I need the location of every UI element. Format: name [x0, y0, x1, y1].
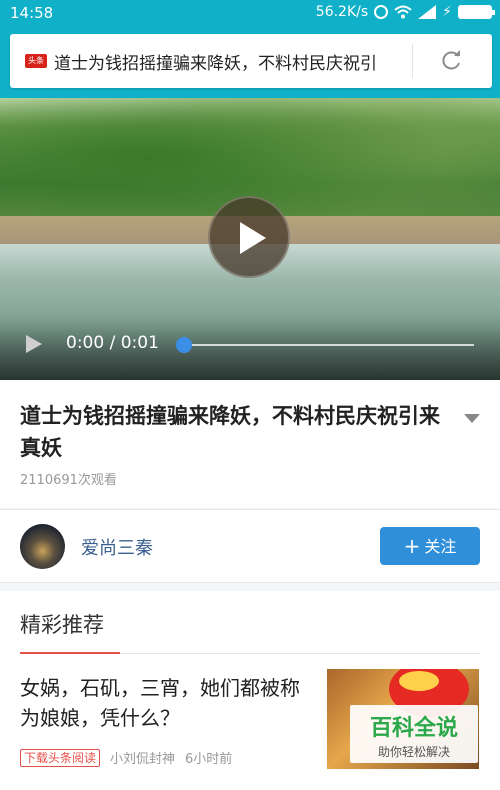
article-title: 道士为钱招摇撞骗来降妖，不料村民庆祝引来真妖 — [20, 404, 440, 460]
battery-icon — [458, 5, 495, 19]
author-name[interactable]: 爱尚三秦 — [81, 534, 153, 560]
recommendation-meta: 下载头条阅读 小刘侃封神 6小时前 — [20, 748, 232, 767]
download-app-tag[interactable]: 下载头条阅读 — [20, 748, 101, 767]
control-play-icon[interactable] — [24, 334, 44, 354]
status-icons: 56.2K/s ⚡ — [315, 4, 495, 20]
follow-label: 关注 — [424, 537, 457, 556]
recommendation-time: 6小时前 — [185, 752, 233, 767]
baike-watermark: 百科全说 助你轻松解决 — [350, 705, 478, 763]
alarm-icon — [374, 5, 389, 19]
avatar[interactable] — [20, 524, 65, 569]
expand-icon[interactable] — [464, 414, 480, 423]
address-divider — [412, 44, 413, 78]
wifi-icon — [394, 5, 412, 19]
browser-header: 头条 道士为钱招摇撞骗来降妖，不料村民庆祝引 — [0, 28, 500, 98]
address-bar[interactable]: 头条 道士为钱招摇撞骗来降妖，不料村民庆祝引 — [10, 34, 492, 88]
address-bar-title[interactable]: 道士为钱招摇撞骗来降妖，不料村民庆祝引 — [54, 49, 410, 74]
status-time: 14:58 — [10, 4, 54, 22]
follow-button[interactable]: + 关注 — [380, 527, 480, 565]
video-time: 0:00 / 0:01 — [66, 333, 159, 353]
network-speed: 56.2K/s — [315, 4, 369, 20]
play-icon — [240, 222, 266, 254]
gold-coins-icon — [399, 671, 439, 691]
plus-icon: + — [403, 534, 421, 558]
recommendations-heading: 精彩推荐 — [20, 613, 104, 637]
seek-handle[interactable] — [176, 337, 192, 353]
recommendations-divider — [120, 653, 480, 654]
seek-bar[interactable] — [184, 344, 474, 346]
article-info: 道士为钱招摇撞骗来降妖，不料村民庆祝引来真妖 2110691次观看 — [0, 380, 500, 508]
source-logo-icon: 头条 — [25, 54, 47, 68]
watermark-title: 百科全说 — [369, 716, 458, 741]
recommendations-heading-underline — [20, 652, 120, 654]
recommendation-source: 小刘侃封神 — [110, 752, 176, 767]
watermark-subtitle: 助你轻松解决 — [377, 745, 450, 759]
refresh-icon[interactable] — [438, 48, 464, 74]
view-count: 2110691次观看 — [20, 473, 117, 488]
recommendation-title[interactable]: 女娲，石矶，三宵，她们都被称为娘娘，凭什么？ — [20, 673, 315, 733]
signal-icon — [418, 5, 437, 19]
status-bar: 14:58 56.2K/s ⚡ — [0, 0, 500, 28]
video-player[interactable]: 0:00 / 0:01 — [0, 98, 500, 380]
play-button[interactable] — [208, 196, 290, 278]
video-controls: 0:00 / 0:01 — [0, 312, 500, 380]
author-row: 爱尚三秦 + 关注 — [0, 509, 500, 583]
charging-icon: ⚡ — [442, 4, 452, 20]
